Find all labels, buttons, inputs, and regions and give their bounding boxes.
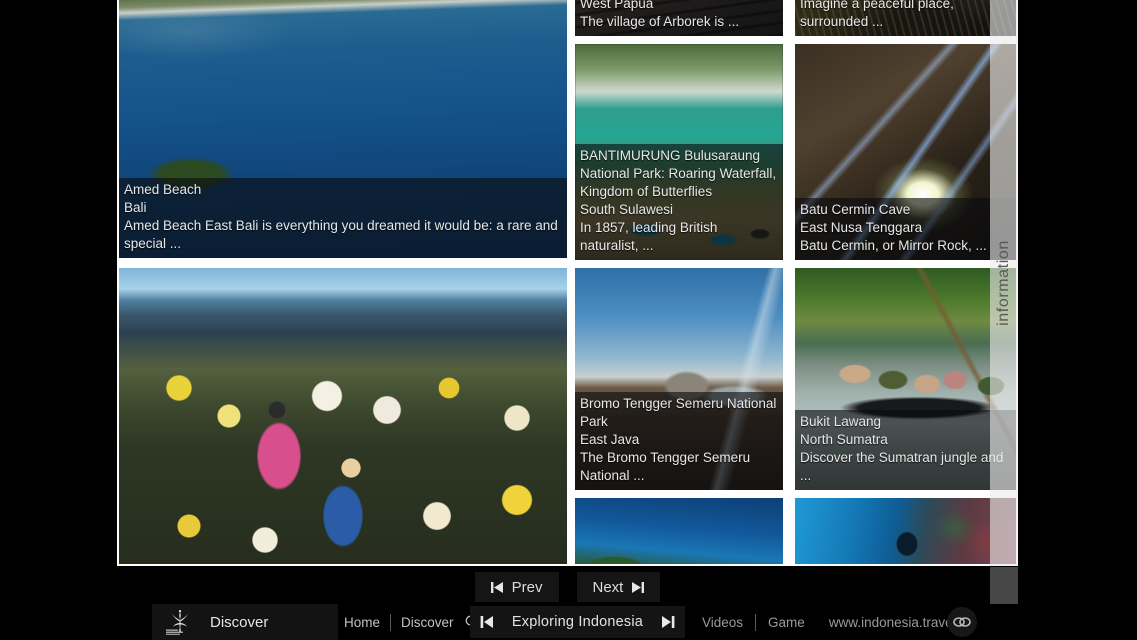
brand-block[interactable]: Discover xyxy=(152,604,338,640)
nav-discover-link[interactable]: Discover xyxy=(401,615,454,630)
tile-batu-cermin-cave[interactable]: Batu Cermin Cave East Nusa Tenggara Batu… xyxy=(793,42,1018,262)
slideshow-control: Exploring Indonesia xyxy=(470,606,685,638)
tile-region: East Nusa Tenggara xyxy=(800,220,923,235)
tile-caption-west-papua: West Papua The village of Arborek is ... xyxy=(575,0,783,36)
skip-back-icon xyxy=(490,581,504,593)
app-root: Amed Beach Bali Amed Beach East Bali is … xyxy=(0,0,1137,640)
chain-link-icon xyxy=(952,615,972,629)
tile-region: South Sulawesi xyxy=(580,202,674,217)
tile-imagine-peaceful-place[interactable]: Imagine a peaceful place, surrounded ... xyxy=(793,0,1018,38)
tile-caption-bukit-lawang: Bukit Lawang North Sumatra Discover the … xyxy=(795,410,1016,490)
share-link-button[interactable] xyxy=(947,607,977,637)
nav-videos-link[interactable]: Videos xyxy=(702,615,743,630)
next-button-label: Next xyxy=(592,578,624,596)
tile-caption-amed-beach: Amed Beach Bali Amed Beach East Bali is … xyxy=(119,178,567,258)
tile-description: Imagine a peaceful place, surrounded ... xyxy=(800,0,954,29)
secondary-nav: Videos Game www.indonesia.travel xyxy=(702,604,956,640)
tile-caption-batu-cermin: Batu Cermin Cave East Nusa Tenggara Batu… xyxy=(795,198,1016,260)
tile-photo-flower-market xyxy=(119,268,567,564)
nav-home-link[interactable]: Home xyxy=(344,615,380,630)
tile-region: North Sumatra xyxy=(800,432,888,447)
tile-blue-sky[interactable] xyxy=(573,496,785,566)
bottom-bar: Discover Home Discover Exploring Indones… xyxy=(0,604,1137,640)
tile-region: Bali xyxy=(124,200,147,215)
next-button[interactable]: Next xyxy=(576,572,661,602)
scrollbar-thumb[interactable] xyxy=(990,567,1018,605)
tile-title: Batu Cermin Cave xyxy=(800,202,911,217)
tile-caption-bantimurung: BANTIMURUNG Bulusaraung National Park: R… xyxy=(575,144,783,260)
photo-grid: Amed Beach Bali Amed Beach East Bali is … xyxy=(117,0,1018,566)
slideshow-next-icon[interactable] xyxy=(661,616,675,628)
tile-description: Batu Cermin, or Mirror Rock, ... xyxy=(800,238,987,253)
tile-description: The Bromo Tengger Semeru National ... xyxy=(580,450,751,483)
tile-diving[interactable] xyxy=(793,496,1018,566)
slideshow-title: Exploring Indonesia xyxy=(511,614,644,630)
tile-west-papua[interactable]: West Papua The village of Arborek is ... xyxy=(573,0,785,38)
skip-forward-icon xyxy=(631,581,645,593)
prev-button-label: Prev xyxy=(511,578,543,596)
pager: Prev Next xyxy=(117,571,1018,603)
nav-divider xyxy=(390,613,392,631)
information-tab-label: information xyxy=(995,240,1012,326)
nav-divider-2 xyxy=(755,613,757,631)
tile-bantimurung[interactable]: BANTIMURUNG Bulusaraung National Park: R… xyxy=(573,42,785,262)
tile-flower-market[interactable] xyxy=(117,266,569,566)
tile-caption-imagine: Imagine a peaceful place, surrounded ... xyxy=(795,0,1016,36)
tile-description: Amed Beach East Bali is everything you d… xyxy=(124,218,558,251)
tile-bukit-lawang[interactable]: Bukit Lawang North Sumatra Discover the … xyxy=(793,266,1018,492)
nav-game-link[interactable]: Game xyxy=(768,615,805,630)
tile-bromo-tengger-semeru[interactable]: Bromo Tengger Semeru National Park East … xyxy=(573,266,785,492)
tile-title: BANTIMURUNG Bulusaraung National Park: R… xyxy=(580,148,777,199)
tile-region: West Papua xyxy=(580,0,654,11)
tile-amed-beach[interactable]: Amed Beach Bali Amed Beach East Bali is … xyxy=(117,0,569,260)
information-tab[interactable]: information xyxy=(990,0,1018,566)
tile-title: Bromo Tengger Semeru National Park xyxy=(580,396,777,429)
tile-region: East Java xyxy=(580,432,640,447)
tile-description: Discover the Sumatran jungle and ... xyxy=(800,450,1004,483)
slideshow-prev-icon[interactable] xyxy=(480,616,494,628)
tile-photo-blue-sky xyxy=(575,498,783,564)
tile-photo-diving xyxy=(795,498,1016,564)
tile-description: The village of Arborek is ... xyxy=(580,14,740,29)
prev-button[interactable]: Prev xyxy=(474,572,559,602)
tile-title: Bukit Lawang xyxy=(800,414,882,429)
tile-description: In 1857, leading British naturalist, ... xyxy=(580,220,718,253)
tile-title: Amed Beach xyxy=(124,182,202,197)
wonderful-indonesia-logo xyxy=(160,607,200,637)
site-url-label[interactable]: www.indonesia.travel xyxy=(829,615,956,630)
tile-caption-bromo: Bromo Tengger Semeru National Park East … xyxy=(575,392,783,490)
brand-label: Discover xyxy=(210,613,269,631)
